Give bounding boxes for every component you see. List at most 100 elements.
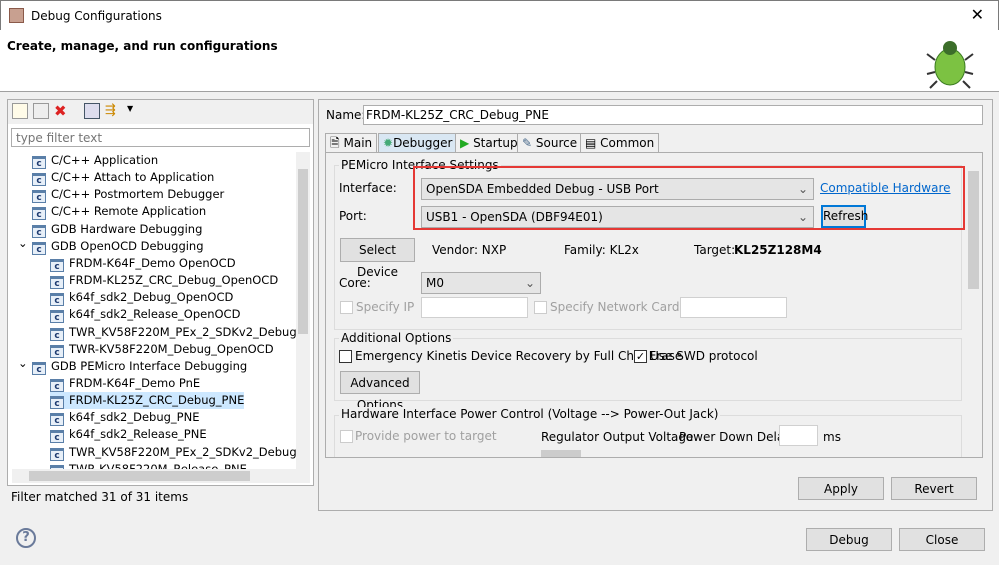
power-down-delay-input[interactable]: [779, 425, 818, 446]
c-config-icon: c: [50, 276, 64, 290]
tree-item[interactable]: c TWR-KV58F220M_Debug_OpenOCD: [50, 341, 274, 358]
filter-icon[interactable]: ⇶: [105, 103, 121, 119]
tree-item[interactable]: c k64f_sdk2_Debug_OpenOCD: [50, 289, 234, 307]
window-title: Debug Configurations: [31, 9, 162, 23]
close-button[interactable]: Close: [899, 528, 985, 551]
c-config-icon: c: [50, 413, 64, 427]
tree-item[interactable]: c GDB Hardware Debugging: [32, 221, 202, 238]
family-label: Family: KL2x: [564, 243, 639, 257]
tree-item[interactable]: cTWR-KV58F220M_Release_PNE: [50, 461, 247, 469]
tree-item-label: FRDM-KL25Z_CRC_Debug_OpenOCD: [69, 273, 279, 288]
tree-item-label: FRDM-KL25Z_CRC_Debug_PNE: [69, 393, 245, 408]
tree-horizontal-scrollbar[interactable]: [12, 469, 310, 483]
specify-nic-checkbox[interactable]: [534, 301, 547, 314]
tab-common[interactable]: ▤ Common: [580, 133, 660, 153]
c-config-icon: c: [32, 361, 46, 375]
filter-input[interactable]: [11, 128, 310, 147]
tree-item-label: TWR_KV58F220M_PEx_2_SDKv2_Debug_PNE: [69, 444, 296, 459]
regulator-label: Regulator Output Voltage: [541, 430, 694, 444]
tree-item-label: C/C++ Application: [51, 153, 159, 167]
name-input[interactable]: [363, 105, 983, 125]
tree-item[interactable]: c FRDM-K64F_Demo OpenOCD: [50, 255, 236, 272]
tab-source[interactable]: ✎ Source: [517, 133, 583, 153]
power-group-title: Hardware Interface Power Control (Voltag…: [339, 407, 721, 421]
vendor-label: Vendor: NXP: [432, 243, 507, 257]
close-icon[interactable]: ✕: [971, 5, 984, 24]
tree-vertical-scrollbar[interactable]: [296, 152, 310, 469]
c-config-icon: c: [50, 447, 64, 461]
specify-ip-checkbox[interactable]: [340, 301, 353, 314]
dialog-header: Create, manage, and run configurations: [0, 30, 999, 92]
specify-ip-label: Specify IP: [356, 300, 415, 314]
tab-debugger[interactable]: ✹Debugger: [378, 133, 458, 153]
startup-tab-icon: ▶: [460, 136, 470, 150]
tree-item-label: TWR-KV58F220M_Release_PNE: [69, 461, 247, 469]
delete-icon[interactable]: ✖: [54, 103, 70, 119]
ip-input[interactable]: [421, 297, 528, 318]
filter-status: Filter matched 31 of 31 items: [11, 490, 189, 504]
specify-nic-label: Specify Network Card IP: [550, 300, 695, 314]
tree-item[interactable]: c C/C++ Postmortem Debugger: [32, 186, 224, 204]
tree-item[interactable]: c C/C++ Remote Application: [32, 203, 206, 221]
editor-vertical-scrollbar[interactable]: [965, 153, 982, 457]
debugger-tab-icon: ✹: [383, 136, 394, 150]
tree-item[interactable]: c k64f_sdk2_Debug_PNE: [50, 409, 200, 427]
debug-button[interactable]: Debug: [806, 528, 892, 551]
tree-item-label: TWR-KV58F220M_Debug_OpenOCD: [69, 341, 274, 356]
tree-item-label: k64f_sdk2_Release_OpenOCD: [69, 307, 241, 322]
tree-item[interactable]: c C/C++ Attach to Application: [32, 169, 215, 187]
help-icon[interactable]: ?: [16, 528, 36, 548]
tree-item[interactable]: c k64f_sdk2_Release_PNE: [50, 426, 207, 444]
tree-item-label: TWR_KV58F220M_PEx_2_SDKv2_Debug_OpenOCD: [69, 324, 296, 339]
common-tab-icon: ▤: [585, 136, 597, 150]
tab-content: PEMicro Interface Settings Interface: Op…: [325, 152, 983, 458]
nic-ip-input[interactable]: [680, 297, 787, 318]
chevron-down-icon: ⌄: [524, 276, 535, 290]
additional-options-group: [334, 338, 962, 401]
tree-item[interactable]: c FRDM-K64F_Demo PnE: [50, 375, 200, 392]
emergency-recovery-checkbox[interactable]: [339, 350, 352, 363]
c-config-icon: c: [50, 430, 64, 444]
advanced-options-button[interactable]: Advanced Options: [340, 371, 420, 412]
chevron-down-icon[interactable]: ⌄: [18, 355, 28, 372]
c-config-icon: c: [50, 396, 64, 410]
apply-button[interactable]: Apply: [798, 477, 884, 500]
tree-item-label: k64f_sdk2_Debug_PNE: [69, 410, 200, 425]
tree-item-label: k64f_sdk2_Debug_OpenOCD: [69, 290, 234, 305]
core-select[interactable]: M0 ⌄: [421, 272, 541, 294]
tree-item[interactable]: ⌄ c GDB PEMicro Interface Debugging: [18, 356, 247, 375]
revert-button[interactable]: Revert: [891, 477, 977, 500]
tree-item[interactable]: c TWR_KV58F220M_PEx_2_SDKv2_Debug_PNE: [50, 444, 296, 461]
c-config-icon: c: [32, 241, 46, 255]
tab-main[interactable]: 🗎 Main: [325, 133, 378, 153]
select-device-button[interactable]: Select Device: [340, 238, 415, 279]
tree-item[interactable]: ⌄ c GDB OpenOCD Debugging: [18, 236, 204, 255]
c-config-icon: c: [32, 224, 46, 238]
new-config-icon[interactable]: [12, 103, 28, 119]
main-tab-icon: 🗎: [330, 136, 340, 150]
provide-power-label: Provide power to target: [355, 429, 497, 443]
tree-item[interactable]: c FRDM-KL25Z_CRC_Debug_OpenOCD: [50, 272, 279, 290]
collapse-all-icon[interactable]: [84, 103, 100, 119]
core-label: Core:: [339, 276, 371, 290]
bug-icon: [926, 41, 974, 89]
additional-group-title: Additional Options: [339, 331, 454, 345]
c-config-icon: c: [50, 310, 64, 324]
config-tree[interactable]: c C/C++ Application c C/C++ Attach to Appli…: [12, 152, 296, 469]
provide-power-checkbox[interactable]: [340, 430, 353, 443]
ms-label: ms: [823, 430, 841, 444]
dropdown-arrow-icon[interactable]: ▼: [127, 104, 133, 113]
tree-item[interactable]: c k64f_sdk2_Release_OpenOCD: [50, 306, 241, 324]
c-config-icon: c: [50, 293, 64, 307]
tab-startup[interactable]: ▶ Startup: [455, 133, 523, 153]
tree-item[interactable]: c FRDM-KL25Z_CRC_Debug_PNE: [50, 392, 245, 410]
duplicate-icon[interactable]: [33, 103, 49, 119]
chevron-down-icon[interactable]: ⌄: [18, 235, 28, 252]
tree-item[interactable]: c C/C++ Application: [32, 152, 158, 169]
c-config-icon: c: [32, 173, 46, 187]
use-swd-label: Use SWD protocol: [650, 349, 758, 363]
use-swd-checkbox[interactable]: ✓: [634, 350, 647, 363]
tree-item[interactable]: c TWR_KV58F220M_PEx_2_SDKv2_Debug_OpenOCD: [50, 324, 296, 341]
voltage-select[interactable]: [541, 450, 581, 457]
tree-item-label: C/C++ Attach to Application: [51, 170, 215, 185]
